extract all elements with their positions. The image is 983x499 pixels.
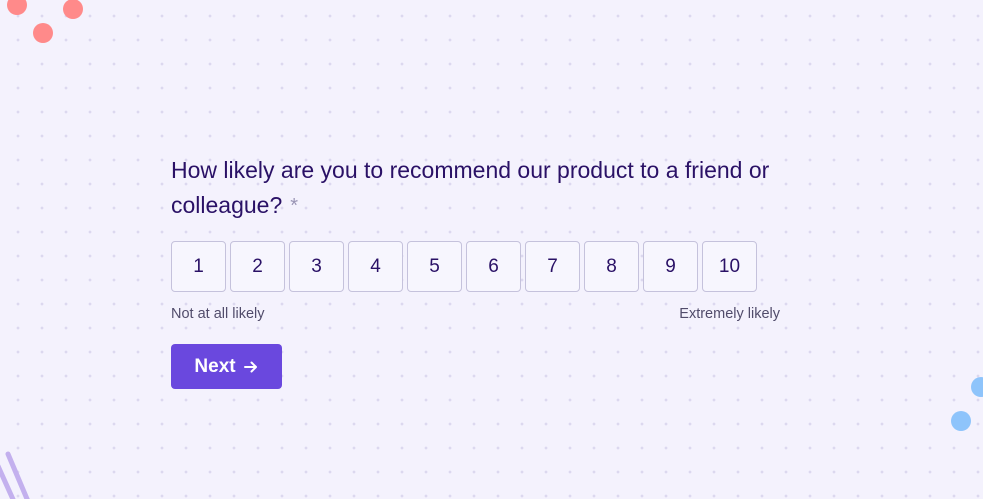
required-indicator: * [290,195,299,217]
rating-option[interactable]: 5 [407,241,462,292]
rating-option[interactable]: 6 [466,241,521,292]
rating-option[interactable]: 3 [289,241,344,292]
scale-low-label: Not at all likely [171,306,265,322]
scale-labels: Not at all likely Extremely likely [171,306,780,322]
rating-option[interactable]: 10 [702,241,757,292]
rating-option[interactable]: 9 [643,241,698,292]
question-heading: How likely are you to recommend our prod… [171,153,771,224]
next-button-label: Next [194,355,236,377]
rating-option[interactable]: 2 [230,241,285,292]
decorative-dot-red [63,0,83,19]
rating-scale: 1 2 3 4 5 6 7 8 9 10 [171,241,783,292]
survey-card: How likely are you to recommend our prod… [171,153,783,389]
rating-option[interactable]: 7 [525,241,580,292]
decorative-dot-blue [951,411,971,431]
scale-high-label: Extremely likely [679,306,780,322]
decorative-dot-red [7,0,27,15]
rating-option[interactable]: 4 [348,241,403,292]
decorative-lines [0,451,30,499]
next-button[interactable]: Next [171,344,282,389]
decorative-dot-blue [971,377,983,397]
rating-option[interactable]: 8 [584,241,639,292]
question-text: How likely are you to recommend our prod… [171,157,770,218]
rating-option[interactable]: 1 [171,241,226,292]
decorative-dot-red [33,23,53,43]
arrow-right-icon [243,359,259,375]
